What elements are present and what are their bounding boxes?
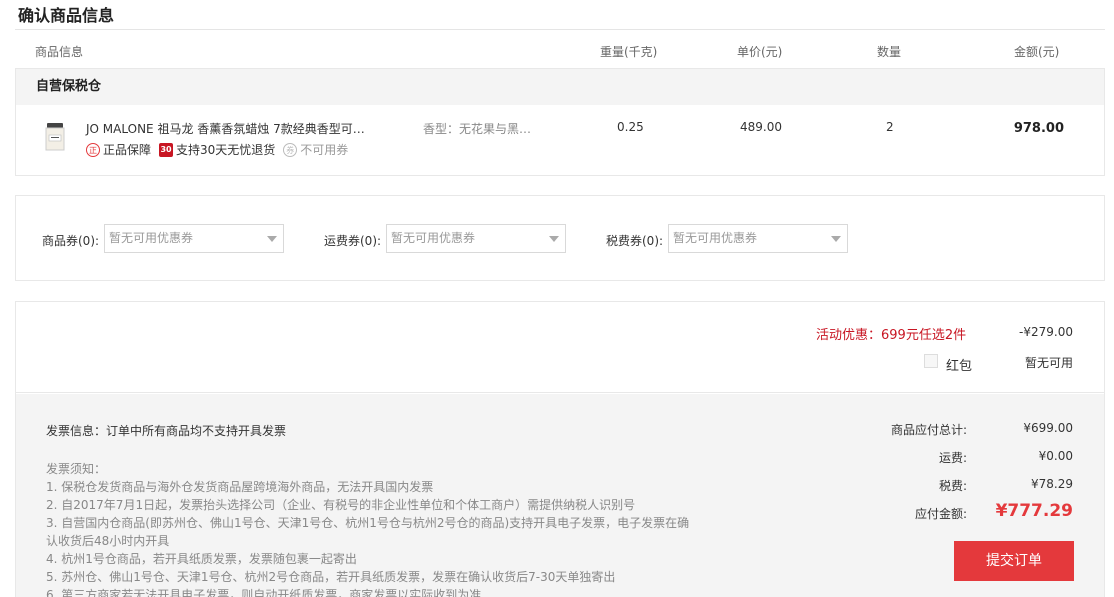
service-badges: 正 正品保障 30 支持30天无忧退货 券 不可用券 (86, 141, 356, 158)
subtotal-value: ¥699.00 (1023, 421, 1073, 435)
product-weight: 0.25 (617, 120, 644, 134)
genuine-label: 正品保障 (103, 143, 152, 157)
summary-box: 活动优惠：699元任选2件 -¥279.00 红包 暂无可用 发票信息：订单中所… (15, 301, 1105, 597)
shipping-coupon-value: 暂无可用优惠券 (391, 231, 476, 245)
hongbao-checkbox[interactable] (924, 354, 938, 368)
return-30-icon: 30 (159, 142, 174, 157)
goods-coupon-select[interactable]: 暂无可用优惠券 (104, 224, 284, 253)
payable-label: 应付金额: (914, 507, 967, 521)
coupon-box: 商品券(0): 暂无可用优惠券 运费券(0): 暂无可用优惠券 税费券(0): … (15, 195, 1105, 281)
tax-coupon-label: 税费券(0): (606, 234, 664, 248)
tax-coupon-value: 暂无可用优惠券 (673, 231, 758, 245)
shipping-coupon-label: 运费券(0): (324, 234, 382, 248)
goods-coupon-label: 商品券(0): (42, 234, 100, 248)
genuine-icon: 正 (86, 142, 100, 157)
tax-value: ¥78.29 (1031, 477, 1073, 491)
column-header-amount: 金额(元) (1014, 45, 1060, 59)
invoice-info: 发票信息：订单中所有商品均不支持开具发票 (46, 424, 287, 438)
invoice-notes: 发票须知： 1. 保税仓发货商品与海外仓发货商品屋跨境海外商品，无法开具国内发票… (46, 460, 696, 597)
chevron-down-icon (549, 236, 559, 242)
page-title: 确认商品信息 (18, 6, 115, 25)
product-unit-price: 489.00 (740, 120, 782, 134)
product-total: 978.00 (1013, 121, 1064, 136)
subtotal-label: 商品应付总计: (890, 423, 967, 437)
submit-order-button[interactable]: 提交订单 (954, 541, 1074, 581)
hongbao-status: 暂无可用 (1024, 356, 1073, 370)
column-header-quantity: 数量 (877, 45, 902, 59)
invoice-note: 2. 自2017年7月1日起，发票抬头选择公司（企业、有税号的非企业性单位和个体… (46, 498, 636, 512)
goods-coupon-value: 暂无可用优惠券 (109, 231, 194, 245)
invoice-notes-title: 发票须知： (46, 462, 107, 476)
product-thumbnail[interactable] (44, 122, 66, 152)
promo-label[interactable]: 活动优惠：699元任选2件 (816, 324, 966, 343)
invoice-note: 4. 杭州1号仓商品，若开具纸质发票，发票随包裹一起寄出 (46, 552, 357, 566)
invoice-note: 6. 第三方商家若无法开具电子发票，则自动开纸质发票，商家发票以实际收到为准 (46, 588, 482, 597)
chevron-down-icon (831, 236, 841, 242)
order-item-box: 自营保税仓 JO MALONE 祖马龙 香薰香氛蜡烛 7款经典香型可… 香型：无… (15, 68, 1105, 176)
coupon-badge: 券 不可用券 (283, 141, 348, 158)
coupon-label: 不可用券 (300, 143, 349, 157)
genuine-badge: 正 正品保障 (86, 141, 151, 158)
chevron-down-icon (267, 236, 277, 242)
return-label: 支持30天无忧退货 (176, 143, 276, 157)
product-spec: 香型：无花果与黑… (423, 122, 532, 136)
checkout-area: 发票信息：订单中所有商品均不支持开具发票 发票须知： 1. 保税仓发货商品与海外… (16, 394, 1104, 597)
column-header-weight: 重量(千克) (600, 45, 658, 59)
title-divider (15, 29, 1105, 30)
coupon-disabled-icon: 券 (283, 142, 298, 157)
shipping-coupon-select[interactable]: 暂无可用优惠券 (386, 224, 566, 253)
payable-value: ¥777.29 (995, 501, 1073, 521)
shipping-label: 运费: (938, 451, 967, 465)
tax-label: 税费: (938, 479, 967, 493)
product-name[interactable]: JO MALONE 祖马龙 香薰香氛蜡烛 7款经典香型可… (86, 120, 365, 137)
column-header-unit-price: 单价(元) (737, 45, 783, 59)
invoice-note: 5. 苏州仓、佛山1号仓、天津1号仓、杭州2号仓商品，若开具纸质发票，发票在确认… (46, 570, 616, 584)
product-quantity: 2 (886, 120, 894, 134)
return-badge: 30 支持30天无忧退货 (159, 141, 275, 158)
column-header-product: 商品信息 (35, 45, 84, 59)
invoice-note: 3. 自营国内仓商品(即苏州仓、佛山1号仓、天津1号仓、杭州1号仓与杭州2号仓的… (46, 516, 690, 548)
shipping-value: ¥0.00 (1038, 449, 1073, 463)
invoice-note: 1. 保税仓发货商品与海外仓发货商品屋跨境海外商品，无法开具国内发票 (46, 480, 434, 494)
promo-amount: -¥279.00 (1019, 325, 1073, 339)
promo-area: 活动优惠：699元任选2件 -¥279.00 红包 暂无可用 (16, 302, 1104, 393)
warehouse-title: 自营保税仓 (16, 69, 1104, 105)
hongbao-label: 红包 (946, 359, 973, 374)
tax-coupon-select[interactable]: 暂无可用优惠券 (668, 224, 848, 253)
